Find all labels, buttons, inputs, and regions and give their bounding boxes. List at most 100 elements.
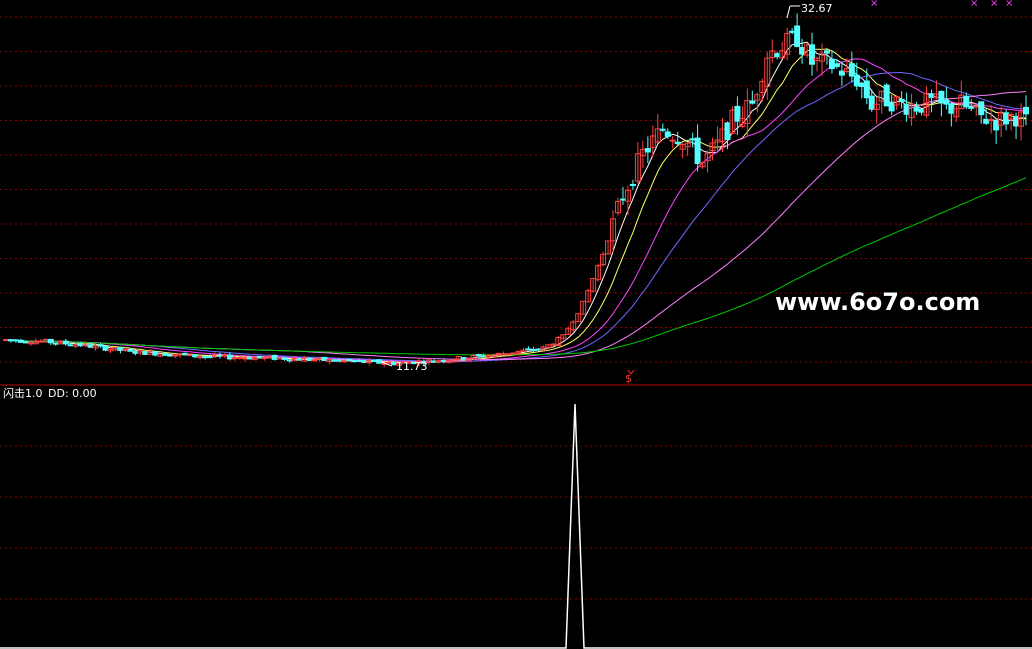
candle-body (341, 360, 348, 363)
candle-body (306, 357, 313, 361)
candle-body (1023, 106, 1029, 115)
top-marker: × (990, 0, 998, 9)
candle (306, 357, 313, 362)
candle-body (361, 359, 368, 363)
top-marker: × (870, 0, 878, 9)
candle-body (27, 342, 34, 345)
top-marker: × (970, 0, 978, 9)
candle-body (789, 30, 796, 33)
indicator-value-label: DD: 0.00 (48, 387, 97, 400)
candle (276, 357, 283, 360)
indicator-title: 闪击1.0 (3, 386, 43, 400)
candle-body (67, 344, 74, 347)
candle (102, 344, 109, 352)
candle (142, 350, 149, 355)
candle-body (734, 105, 741, 122)
candle-body (659, 128, 666, 131)
candle-body (794, 25, 801, 47)
candle (510, 352, 517, 355)
candle-body (978, 101, 985, 116)
candle-body (331, 359, 338, 362)
candle-body (311, 359, 318, 362)
candle-body (475, 354, 482, 357)
candle-body (500, 353, 507, 356)
candle-body (868, 95, 875, 110)
candle-body (371, 360, 378, 363)
candle-body (963, 95, 970, 108)
candle-body (22, 341, 29, 344)
candle-body (883, 84, 890, 107)
candle-body (316, 357, 323, 360)
low-price-label: 11.73 (396, 360, 428, 373)
candle (376, 359, 383, 364)
candle-body (913, 107, 920, 112)
candle-body (62, 340, 69, 345)
candle-body (435, 360, 442, 363)
candle-body (644, 148, 651, 153)
candle-body (52, 342, 59, 345)
candle-body (550, 343, 557, 346)
candle-body (97, 344, 104, 347)
candle (346, 358, 353, 362)
candle-body (903, 103, 910, 115)
candle (351, 360, 358, 363)
candle-body (535, 348, 542, 351)
candle-body (296, 358, 303, 361)
candle-body (276, 357, 283, 360)
candle-body (226, 354, 233, 360)
candle (505, 353, 512, 356)
candle-body (988, 118, 995, 121)
candle-body (525, 348, 532, 351)
candle-body (1003, 112, 1010, 125)
candle-body (77, 343, 84, 347)
watermark-text: www.6o7o.com (775, 288, 980, 316)
candle-body (948, 103, 955, 114)
candle-body (853, 74, 860, 87)
candle-body (386, 361, 393, 364)
candle-body (286, 359, 293, 362)
candle-body (833, 63, 840, 67)
candle (883, 83, 890, 107)
candle-body (321, 356, 328, 362)
candle-body (973, 105, 980, 108)
candle-body (336, 359, 343, 362)
candle-body (430, 360, 437, 363)
candle (460, 357, 467, 361)
candle-body (858, 82, 865, 88)
candle-body (7, 339, 14, 342)
candle (162, 352, 169, 356)
candle (271, 354, 278, 361)
candle-body (256, 355, 263, 359)
candle-body (47, 338, 54, 344)
candle-body (938, 90, 945, 104)
candle-body (485, 355, 492, 358)
candle-body (669, 139, 676, 142)
candle-body (828, 58, 835, 70)
candle-body (356, 359, 363, 362)
candle-body (943, 100, 950, 105)
candle-body (271, 354, 278, 360)
top-marker: × (1005, 0, 1013, 9)
candle-body (928, 93, 935, 98)
candle-body (37, 340, 44, 343)
candle (361, 359, 368, 363)
candle-body (87, 344, 94, 348)
candle-body (838, 70, 845, 76)
candle-body (888, 101, 895, 112)
candle-body (848, 63, 855, 77)
candle-body (102, 345, 109, 351)
candle-body (117, 346, 124, 351)
candle-body (619, 198, 626, 201)
candle-body (1013, 115, 1020, 127)
candle-body (192, 354, 199, 358)
candle (321, 356, 328, 362)
candle (3, 339, 9, 342)
candle-body (167, 354, 174, 357)
candle-body (440, 359, 447, 362)
candle-body (346, 359, 353, 362)
stock-chart-canvas[interactable]: × × × × 32.67 11.73 www.6o7o.com $ 闪击1.0 DD… (0, 0, 1032, 649)
candle-body (236, 357, 243, 360)
candle-body (376, 359, 383, 364)
candle-body (460, 357, 467, 360)
candle-body (689, 138, 696, 141)
